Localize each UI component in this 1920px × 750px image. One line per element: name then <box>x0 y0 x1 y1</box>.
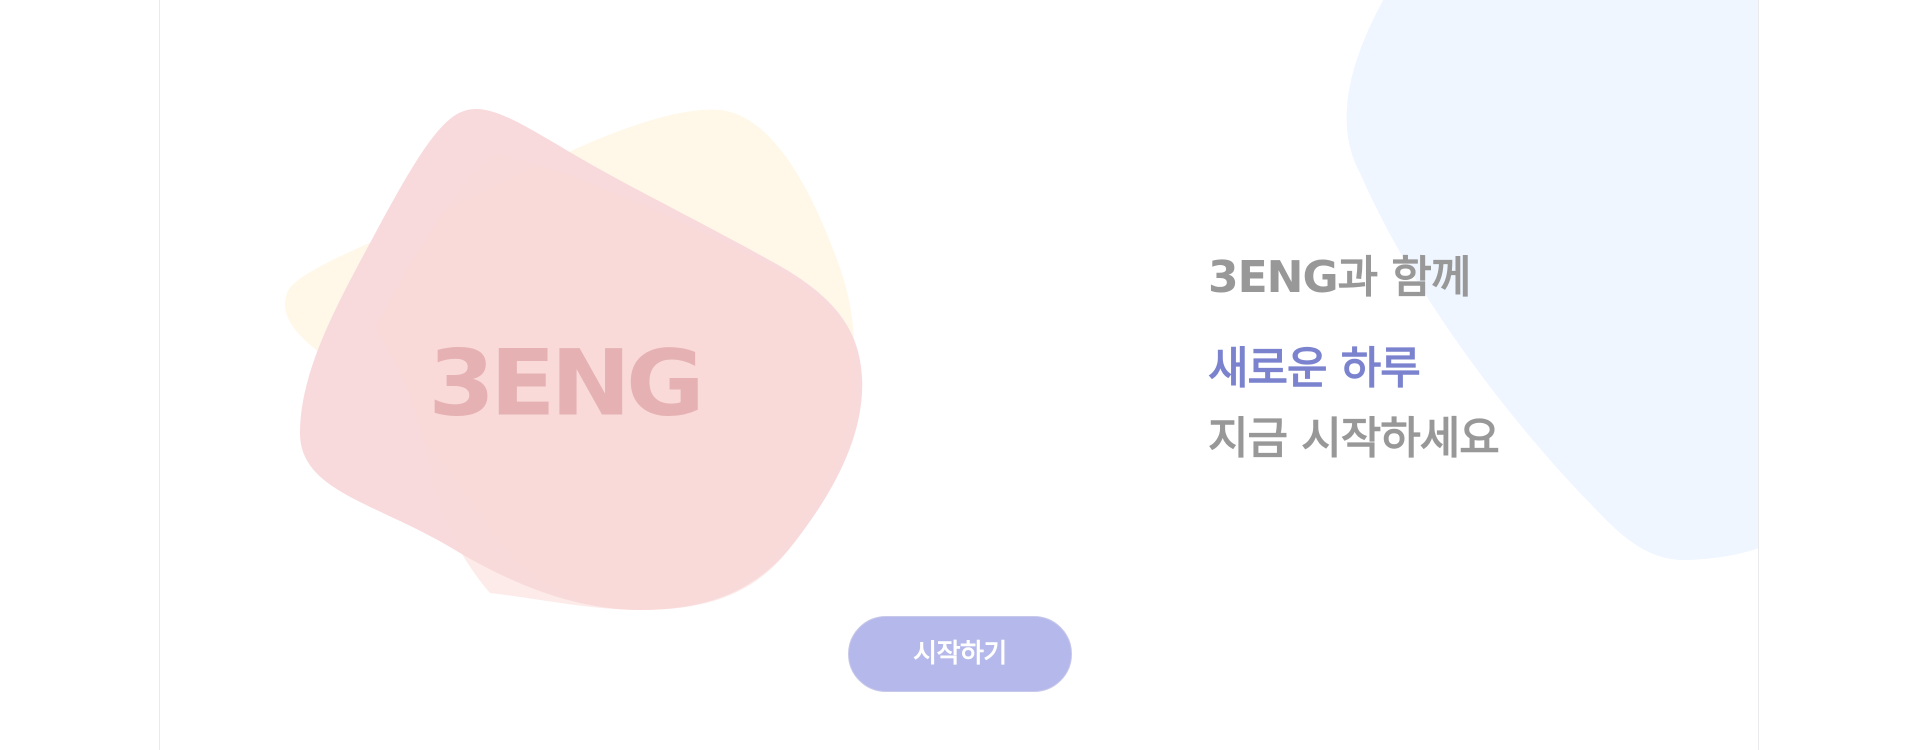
logo-wordmark: 3ENG <box>428 329 705 437</box>
page: 3ENG 3ENG과 함께 새로운 하루 지금 시작하세요 시작하기 <box>0 0 1920 750</box>
hero-headline: 3ENG과 함께 새로운 하루 지금 시작하세요 <box>1208 252 1500 464</box>
hero-line-2-accent: 새로운 하루 <box>1208 343 1421 394</box>
main-frame: 3ENG 3ENG과 함께 새로운 하루 지금 시작하세요 시작하기 <box>159 0 1759 750</box>
hero-line-3: 지금 시작하세요 <box>1208 413 1500 464</box>
start-button[interactable]: 시작하기 <box>848 616 1072 692</box>
hero-line-1: 3ENG과 함께 <box>1208 252 1471 303</box>
